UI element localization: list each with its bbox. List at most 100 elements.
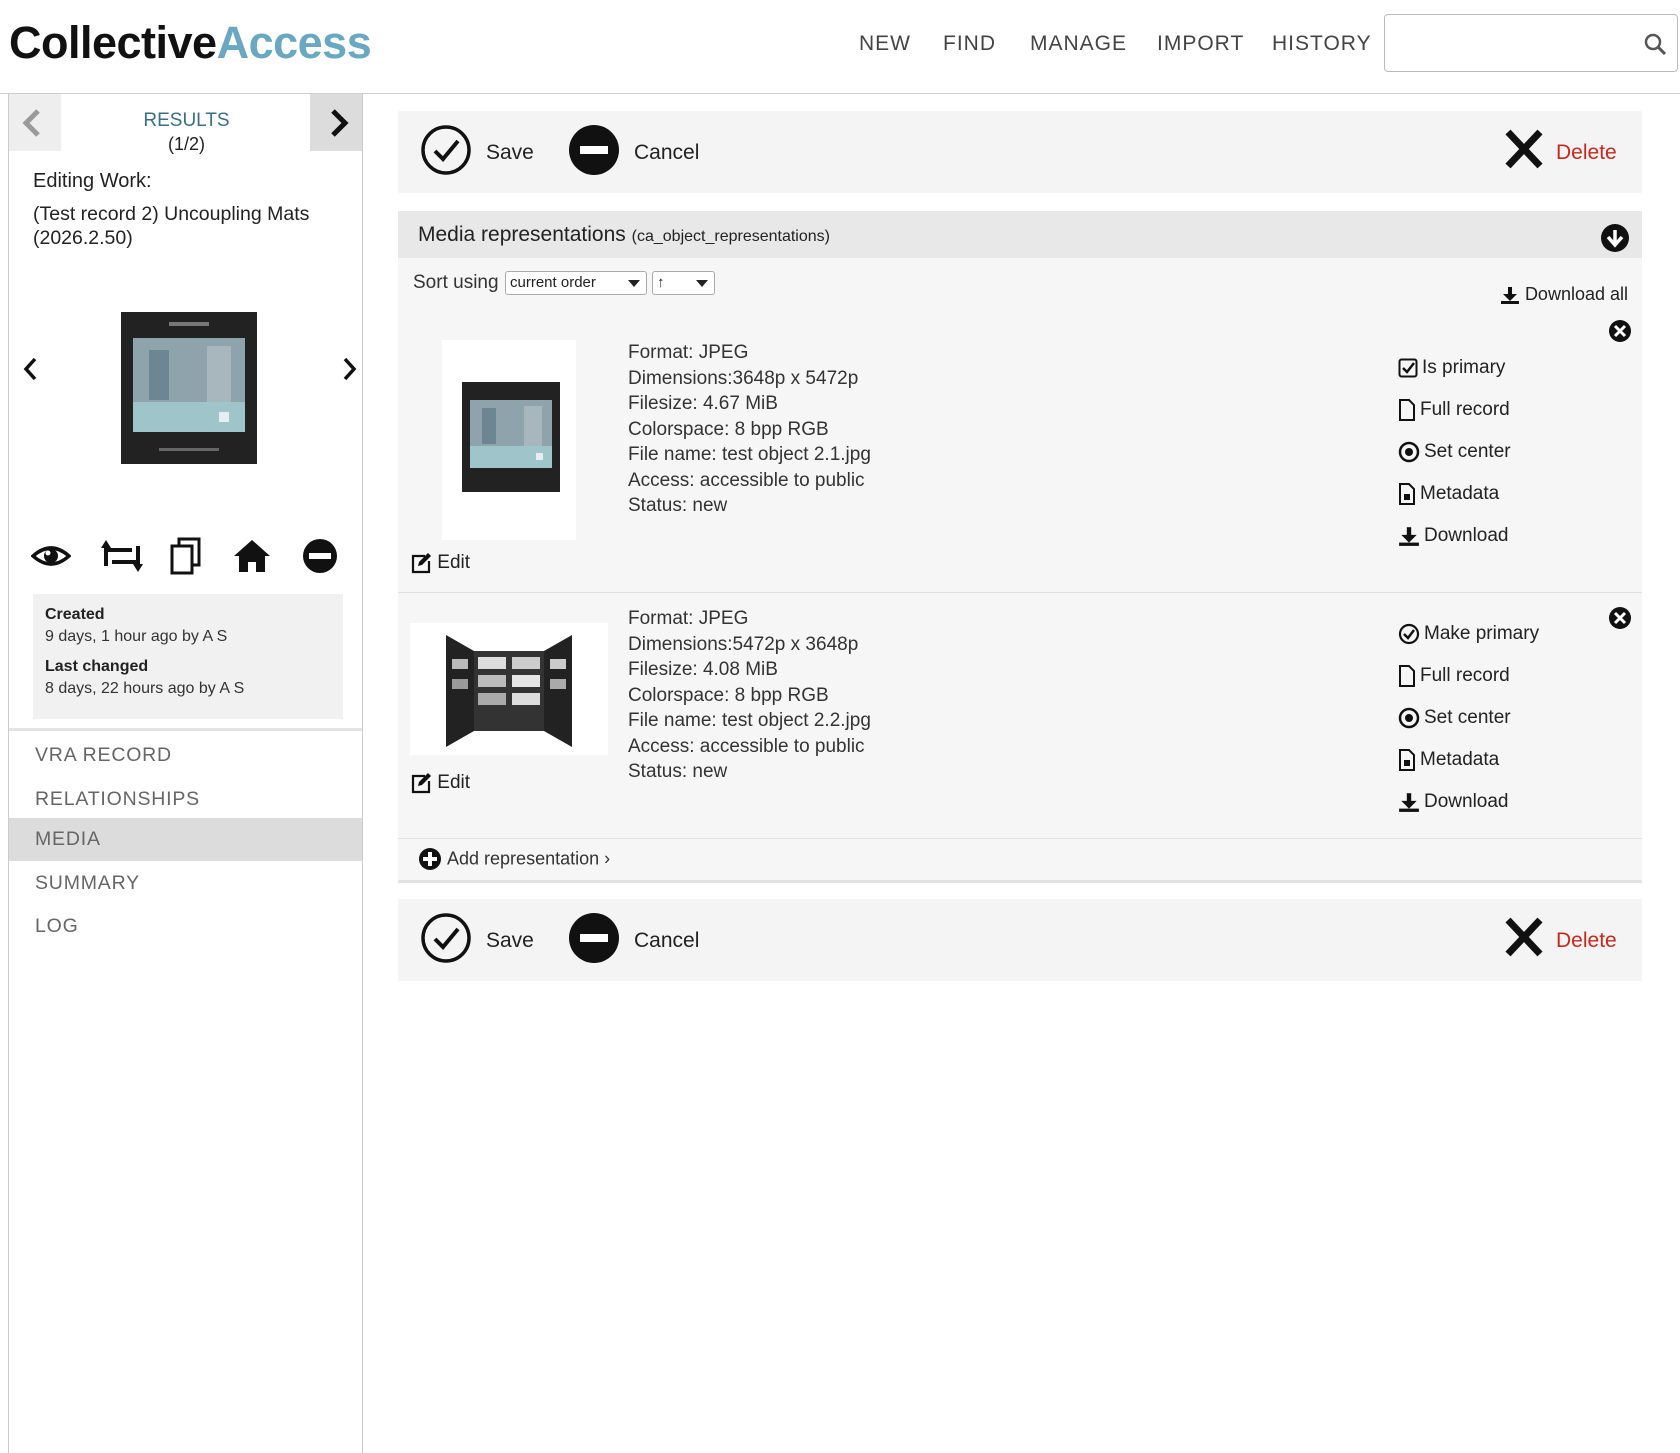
target-icon xyxy=(1398,707,1420,729)
set-center-button[interactable]: Set center xyxy=(1398,440,1511,464)
file-icon xyxy=(1399,664,1415,687)
download-all-label: Download all xyxy=(1524,284,1628,304)
sidebar-item-log[interactable]: LOG xyxy=(9,905,362,948)
sort-order-select[interactable]: current order xyxy=(505,271,647,295)
sidebar-divider xyxy=(9,728,362,731)
info-filename: File name: test object 2.1.jpg xyxy=(628,444,871,465)
app-logo[interactable]: CollectiveAccess xyxy=(9,17,372,69)
remove-circle-icon[interactable] xyxy=(1608,606,1632,630)
download-label: Download xyxy=(1424,525,1509,546)
sidebar-item-media[interactable]: MEDIA xyxy=(9,818,362,861)
media-panel-title: Media representations (ca_object_represe… xyxy=(418,223,830,247)
nav-manage[interactable]: MANAGE xyxy=(1030,32,1127,56)
logo-part-access: Access xyxy=(216,17,372,68)
is-primary-label: Is primary xyxy=(1422,357,1506,378)
metadata-button[interactable]: Metadata xyxy=(1398,748,1499,772)
nav-find[interactable]: FIND xyxy=(943,32,996,56)
sort-label: Sort using xyxy=(413,272,499,293)
delete-button[interactable]: Delete xyxy=(1556,929,1617,953)
edit-representation-button[interactable]: Edit xyxy=(410,772,470,794)
thumbnail-prev-icon[interactable] xyxy=(19,354,43,384)
download-all-button[interactable]: Download all xyxy=(1500,284,1628,305)
search-icon[interactable] xyxy=(1643,32,1667,56)
download-label: Download xyxy=(1424,791,1509,812)
edit-representation-button[interactable]: Edit xyxy=(410,552,470,574)
download-button[interactable]: Download xyxy=(1398,524,1509,548)
media-panel-header: Media representations (ca_object_represe… xyxy=(398,211,1642,258)
changed-value: 8 days, 22 hours ago by A S xyxy=(45,680,245,697)
nav-history[interactable]: HISTORY xyxy=(1272,32,1372,56)
add-representation-button[interactable]: Add representation › xyxy=(418,847,610,871)
delete-button[interactable]: Delete xyxy=(1556,141,1617,165)
cancel-button[interactable]: Cancel xyxy=(634,929,699,953)
created-value: 9 days, 1 hour ago by A S xyxy=(45,628,228,645)
sidebar-item-relationships[interactable]: RELATIONSHIPS xyxy=(9,778,362,821)
edit-icon xyxy=(411,773,431,794)
sort-direction-value: ↑ xyxy=(657,274,665,291)
home-icon[interactable] xyxy=(232,536,272,576)
full-record-link[interactable]: Full record xyxy=(1398,398,1510,422)
results-next-button[interactable] xyxy=(310,94,362,151)
delete-record-icon[interactable] xyxy=(301,536,339,576)
set-center-button[interactable]: Set center xyxy=(1398,706,1511,730)
save-icon[interactable] xyxy=(420,912,472,964)
make-primary-button[interactable]: Make primary xyxy=(1398,622,1539,646)
full-record-label: Full record xyxy=(1420,665,1510,686)
save-icon[interactable] xyxy=(420,124,472,176)
check-circle-icon xyxy=(1398,623,1420,645)
download-button[interactable]: Download xyxy=(1398,790,1509,814)
representation-info: Format: JPEG Dimensions:5472p x 3648p Fi… xyxy=(628,606,871,785)
swap-icon[interactable] xyxy=(100,536,144,576)
sidebar: RESULTS (1/2) Editing Work: (Test record… xyxy=(8,94,363,1453)
full-record-link[interactable]: Full record xyxy=(1398,664,1510,688)
close-x-icon[interactable] xyxy=(1504,124,1544,176)
sort-direction-select[interactable]: ↑ xyxy=(652,271,715,295)
eye-icon[interactable] xyxy=(31,536,71,576)
record-thumbnail[interactable] xyxy=(119,310,259,466)
metadata-label: Metadata xyxy=(1420,483,1500,504)
info-colorspace: Colorspace: 8 bpp RGB xyxy=(628,684,829,706)
info-filename: File name: test object 2.2.jpg xyxy=(628,710,871,731)
save-button[interactable]: Save xyxy=(486,929,534,953)
nav-new[interactable]: NEW xyxy=(859,32,911,56)
representation-thumbnail[interactable] xyxy=(442,340,576,540)
edit-label: Edit xyxy=(437,772,471,794)
results-label[interactable]: RESULTS xyxy=(69,110,304,132)
representation-divider xyxy=(398,838,1642,839)
results-prev-button[interactable] xyxy=(9,94,61,151)
chevron-right-icon xyxy=(331,109,349,137)
metadata-button[interactable]: Metadata xyxy=(1398,482,1499,506)
close-x-icon[interactable] xyxy=(1504,912,1544,964)
sidebar-item-vra-record[interactable]: VRA RECORD xyxy=(9,734,362,777)
changed-label: Last changed xyxy=(45,658,149,675)
download-icon xyxy=(1500,287,1519,305)
cancel-icon[interactable] xyxy=(568,912,620,964)
nav-import[interactable]: IMPORT xyxy=(1157,32,1244,56)
chevron-down-icon xyxy=(696,280,708,287)
add-representation-label: Add representation › xyxy=(447,848,611,869)
chevron-left-icon xyxy=(22,109,40,137)
info-filesize: Filesize: 4.08 MiB xyxy=(628,659,778,680)
representation-thumbnail[interactable] xyxy=(410,623,608,755)
sidebar-item-summary[interactable]: SUMMARY xyxy=(9,862,362,905)
representation-info: Format: JPEG Dimensions:3648p x 5472p Fi… xyxy=(628,340,871,519)
collapse-arrow-down-icon[interactable] xyxy=(1600,223,1630,253)
top-button-bar: Save Cancel Delete xyxy=(398,111,1642,193)
logo-part-collective: Collective xyxy=(9,17,217,68)
info-dimensions: Dimensions:3648p x 5472p xyxy=(628,367,859,389)
thumbnail-next-icon[interactable] xyxy=(337,354,361,384)
duplicate-icon[interactable] xyxy=(169,536,203,576)
created-label: Created xyxy=(45,606,105,623)
save-button[interactable]: Save xyxy=(486,141,534,165)
remove-circle-icon[interactable] xyxy=(1608,319,1632,343)
info-format: Format: JPEG xyxy=(628,608,749,629)
cancel-button[interactable]: Cancel xyxy=(634,141,699,165)
is-primary-toggle[interactable]: Is primary xyxy=(1398,356,1505,380)
info-colorspace: Colorspace: 8 bpp RGB xyxy=(628,418,829,440)
cancel-icon[interactable] xyxy=(568,124,620,176)
chevron-down-icon xyxy=(628,280,640,287)
search-input[interactable] xyxy=(1384,14,1678,72)
info-dimensions: Dimensions:5472p x 3648p xyxy=(628,633,859,655)
set-center-label: Set center xyxy=(1424,441,1511,462)
file-info-icon xyxy=(1399,482,1415,505)
